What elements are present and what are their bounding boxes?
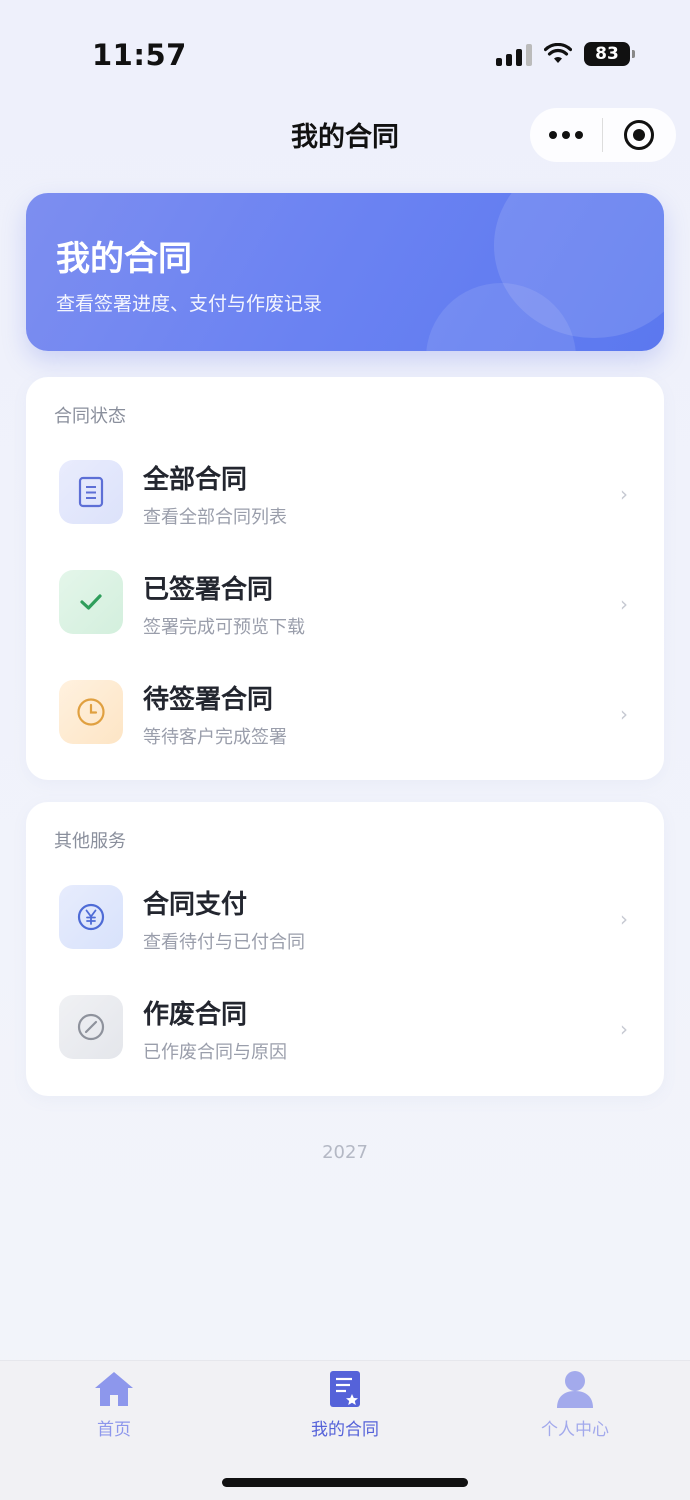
close-miniprogram-button[interactable]	[603, 120, 675, 150]
home-indicator	[222, 1478, 468, 1487]
hero-banner: 我的合同 查看签署进度、支付与作废记录	[26, 193, 664, 351]
item-title: 待签署合同	[143, 685, 274, 715]
battery-icon: 83	[584, 42, 635, 66]
more-dots-icon	[549, 131, 557, 139]
home-icon	[95, 1372, 133, 1406]
all-contracts-item[interactable]: 全部合同 查看全部合同列表 ›	[26, 447, 664, 537]
item-desc: 查看待付与已付合同	[143, 932, 305, 953]
tab-profile[interactable]: 个人中心	[475, 1369, 675, 1440]
more-menu-button[interactable]	[530, 131, 602, 139]
hero-subtitle: 查看签署进度、支付与作废记录	[56, 293, 323, 315]
void-icon	[59, 995, 123, 1059]
status-icons: 83	[496, 42, 635, 66]
chevron-right-icon: ›	[620, 702, 628, 726]
item-title: 作废合同	[143, 1000, 248, 1030]
more-dots-icon	[575, 131, 583, 139]
contract-status-card: 合同状态 全部合同 查看全部合同列表 › 已签署合同 签署完成可预览下载 › 待…	[26, 377, 664, 780]
tab-my-contracts[interactable]: 我的合同	[245, 1369, 445, 1440]
tab-label: 我的合同	[311, 1420, 379, 1440]
item-title: 全部合同	[143, 465, 248, 495]
item-title: 已签署合同	[143, 575, 274, 605]
document-icon	[59, 460, 123, 524]
miniprogram-capsule	[530, 108, 676, 162]
tab-label: 个人中心	[541, 1420, 609, 1440]
yen-icon	[59, 885, 123, 949]
target-dot	[633, 129, 645, 141]
more-dots-icon	[562, 131, 570, 139]
item-desc: 查看全部合同列表	[143, 507, 287, 528]
clock-icon	[59, 680, 123, 744]
item-desc: 等待客户完成签署	[143, 727, 287, 748]
user-icon	[557, 1371, 593, 1408]
footer-year: 2027	[322, 1142, 368, 1163]
chevron-right-icon: ›	[620, 1017, 628, 1041]
contract-payment-item[interactable]: 合同支付 查看待付与已付合同 ›	[26, 872, 664, 962]
signed-contracts-item[interactable]: 已签署合同 签署完成可预览下载 ›	[26, 557, 664, 647]
hero-title: 我的合同	[56, 239, 192, 279]
section-label: 其他服务	[54, 831, 126, 852]
chevron-right-icon: ›	[620, 592, 628, 616]
chevron-right-icon: ›	[620, 907, 628, 931]
item-title: 合同支付	[143, 890, 248, 920]
status-bar: 11:57 83	[0, 0, 690, 100]
target-icon	[624, 120, 654, 150]
item-desc: 签署完成可预览下载	[143, 617, 305, 638]
pending-contracts-item[interactable]: 待签署合同 等待客户完成签署 ›	[26, 667, 664, 757]
item-desc: 已作废合同与原因	[143, 1042, 287, 1063]
tab-label: 首页	[97, 1420, 131, 1440]
signal-icon	[496, 42, 532, 66]
void-contracts-item[interactable]: 作废合同 已作废合同与原因 ›	[26, 982, 664, 1072]
other-services-card: 其他服务 合同支付 查看待付与已付合同 › 作废合同 已作废合同与原因 ›	[26, 802, 664, 1096]
contract-icon	[330, 1371, 360, 1407]
tab-home[interactable]: 首页	[14, 1369, 214, 1440]
chevron-right-icon: ›	[620, 482, 628, 506]
section-label: 合同状态	[54, 406, 126, 427]
check-icon	[59, 570, 123, 634]
wifi-icon	[544, 43, 572, 65]
status-time: 11:57	[92, 38, 187, 72]
